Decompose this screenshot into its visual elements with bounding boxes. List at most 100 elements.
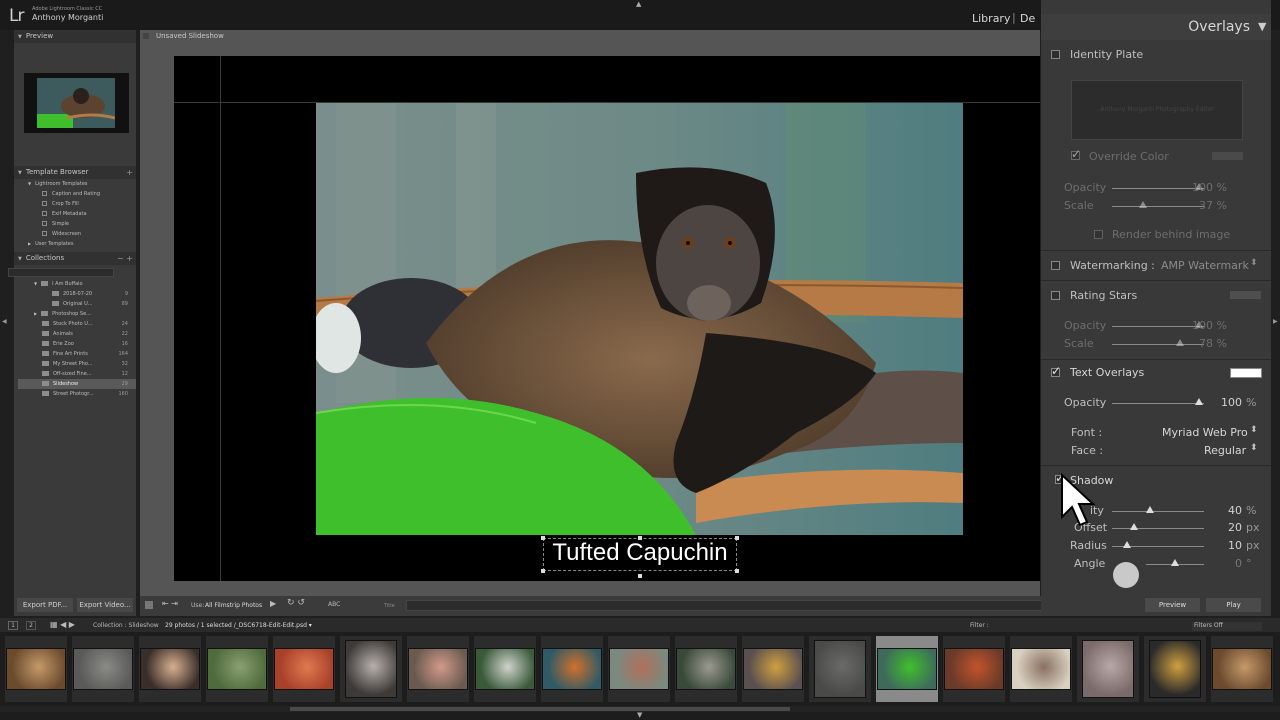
template-folder[interactable]: ▼ Lightroom Templates: [18, 179, 136, 189]
triangle-right-icon: ▶: [34, 311, 38, 316]
slider-knob[interactable]: [1130, 523, 1138, 530]
scrollbar-thumb[interactable]: [290, 707, 790, 711]
offset-value[interactable]: 20: [1202, 521, 1242, 534]
slider-knob[interactable]: [1123, 541, 1131, 548]
caption-text[interactable]: Tufted Capuchin: [543, 539, 737, 567]
collapse-top-arrow-icon[interactable]: ▲: [636, 0, 641, 8]
font-dropdown[interactable]: Myriad Web Pro: [1162, 426, 1248, 439]
resize-handle[interactable]: [735, 569, 739, 573]
collection-item[interactable]: Original U... 89: [18, 299, 136, 309]
template-item[interactable]: Crop To Fill: [18, 199, 136, 209]
identity-plate-checkbox[interactable]: [1051, 50, 1060, 59]
identity-opacity-value[interactable]: 100 %: [1187, 181, 1227, 194]
text-overlays-checkbox[interactable]: [1051, 364, 1061, 378]
slider-knob[interactable]: [1146, 506, 1154, 513]
module-develop[interactable]: De: [1020, 12, 1036, 25]
text-opacity-value[interactable]: 100: [1202, 396, 1242, 409]
collapse-triangle-icon[interactable]: ▼: [1258, 20, 1266, 33]
collection-item[interactable]: 2018-07-20 9: [18, 289, 136, 299]
collection-item[interactable]: Stock Photo U... 24: [18, 319, 136, 329]
collection-item-selected[interactable]: Slideshow 29: [18, 379, 136, 389]
thumbnail-image: [877, 648, 937, 690]
collection-set[interactable]: ▼ I Am Buffalo: [18, 279, 136, 289]
rotate-icon[interactable]: ↻ ↺: [287, 598, 305, 608]
shadow-opacity-slider[interactable]: [1112, 511, 1204, 512]
collapse-right-arrow-icon[interactable]: ▶: [1273, 318, 1278, 325]
product-name: Adobe Lightroom Classic CC: [32, 6, 103, 12]
collection-item[interactable]: My Street Pho... 32: [18, 359, 136, 369]
resize-handle[interactable]: [638, 536, 642, 540]
export-video-button[interactable]: Export Video...: [77, 598, 133, 612]
resize-handle[interactable]: [541, 569, 545, 573]
face-dropdown[interactable]: Regular: [1204, 444, 1246, 457]
template-browser-header[interactable]: ▼ Template Browser +: [14, 166, 136, 179]
add-collection-icon[interactable]: − +: [117, 252, 133, 265]
resize-handle[interactable]: [638, 574, 642, 578]
rating-opacity-value[interactable]: 100 %: [1187, 319, 1227, 332]
watermark-dropdown[interactable]: AMP Watermark: [1161, 259, 1249, 272]
play-button[interactable]: Play: [1206, 598, 1261, 612]
user-template-folder[interactable]: ▶ User Templates: [18, 239, 136, 249]
angle-value[interactable]: 0: [1202, 557, 1242, 570]
collection-item[interactable]: Off-sized Fine... 12: [18, 369, 136, 379]
play-icon[interactable]: ▶: [270, 599, 276, 608]
render-behind-checkbox[interactable]: [1094, 230, 1103, 239]
filmstrip-count[interactable]: 29 photos / 1 selected /_DSC6718-Edit-Ed…: [165, 622, 312, 629]
rating-color-swatch[interactable]: [1230, 291, 1261, 299]
percent-unit: %: [1246, 396, 1257, 409]
use-dropdown[interactable]: All Filmstrip Photos: [205, 602, 262, 609]
identity-scale-value[interactable]: 37 %: [1187, 199, 1227, 212]
preview-header[interactable]: ▼ Preview: [14, 30, 136, 43]
margin-guide[interactable]: [220, 56, 221, 581]
template-item[interactable]: Widescreen: [18, 229, 136, 239]
rating-stars-checkbox[interactable]: [1051, 291, 1060, 300]
slider-knob[interactable]: [1171, 559, 1179, 566]
text-opacity-slider[interactable]: [1112, 403, 1204, 404]
page-1-button[interactable]: 1: [8, 621, 18, 630]
collections-header[interactable]: ▼ Collections − +: [14, 252, 136, 265]
slider-knob[interactable]: [1176, 339, 1184, 346]
add-text-button[interactable]: ABC: [328, 601, 340, 608]
collection-item[interactable]: Street Photogr... 160: [18, 389, 136, 399]
template-item[interactable]: Caption and Rating: [18, 189, 136, 199]
grid-icon[interactable]: ▦ ◀ ▶: [50, 620, 75, 629]
watermarking-checkbox[interactable]: [1051, 261, 1060, 270]
resize-handle[interactable]: [541, 536, 545, 540]
collection-item[interactable]: Fine Art Prints 164: [18, 349, 136, 359]
collection-icon: [42, 391, 49, 396]
divider: [1041, 465, 1271, 466]
template-item[interactable]: Simple: [18, 219, 136, 229]
thumbnail-image: [814, 640, 866, 698]
text-input-field[interactable]: [406, 600, 1136, 611]
add-template-icon[interactable]: +: [126, 166, 133, 179]
identity-plate-label: Identity Plate: [1070, 48, 1144, 61]
shadow-opacity-value[interactable]: 40: [1202, 504, 1242, 517]
collapse-bottom-arrow-icon[interactable]: ▼: [637, 711, 642, 719]
thumbnail-image: [345, 640, 397, 698]
prev-next-icon[interactable]: ⇤ ⇥: [162, 599, 178, 608]
filmstrip-source[interactable]: Collection : Slideshow: [93, 622, 159, 629]
radius-value[interactable]: 10: [1202, 539, 1242, 552]
angle-dial[interactable]: [1113, 562, 1139, 588]
module-library[interactable]: Library: [972, 12, 1010, 25]
override-color-checkbox[interactable]: [1071, 147, 1081, 161]
stop-icon[interactable]: [145, 601, 153, 609]
template-item[interactable]: Exif Metadata: [18, 209, 136, 219]
slide-photo[interactable]: [316, 103, 963, 535]
override-color-swatch[interactable]: [1212, 152, 1243, 160]
collapse-left-arrow-icon[interactable]: ◀: [2, 318, 7, 325]
slider-knob[interactable]: [1139, 201, 1147, 208]
collection-filter-input[interactable]: [8, 268, 114, 277]
collection-set[interactable]: ▶ Photoshop Se...: [18, 309, 136, 319]
text-color-swatch[interactable]: [1230, 368, 1262, 378]
filter-dropdown[interactable]: Filters Off: [1192, 622, 1262, 631]
export-pdf-button[interactable]: Export PDF...: [17, 598, 73, 612]
collection-icon: [52, 301, 59, 306]
collection-item[interactable]: Animals 22: [18, 329, 136, 339]
rating-scale-value[interactable]: 78 %: [1187, 337, 1227, 350]
resize-handle[interactable]: [735, 536, 739, 540]
preview-button[interactable]: Preview: [1145, 598, 1200, 612]
page-2-button[interactable]: 2: [26, 621, 36, 630]
offset-slider[interactable]: [1112, 528, 1204, 529]
collection-item[interactable]: Erie Zoo 16: [18, 339, 136, 349]
